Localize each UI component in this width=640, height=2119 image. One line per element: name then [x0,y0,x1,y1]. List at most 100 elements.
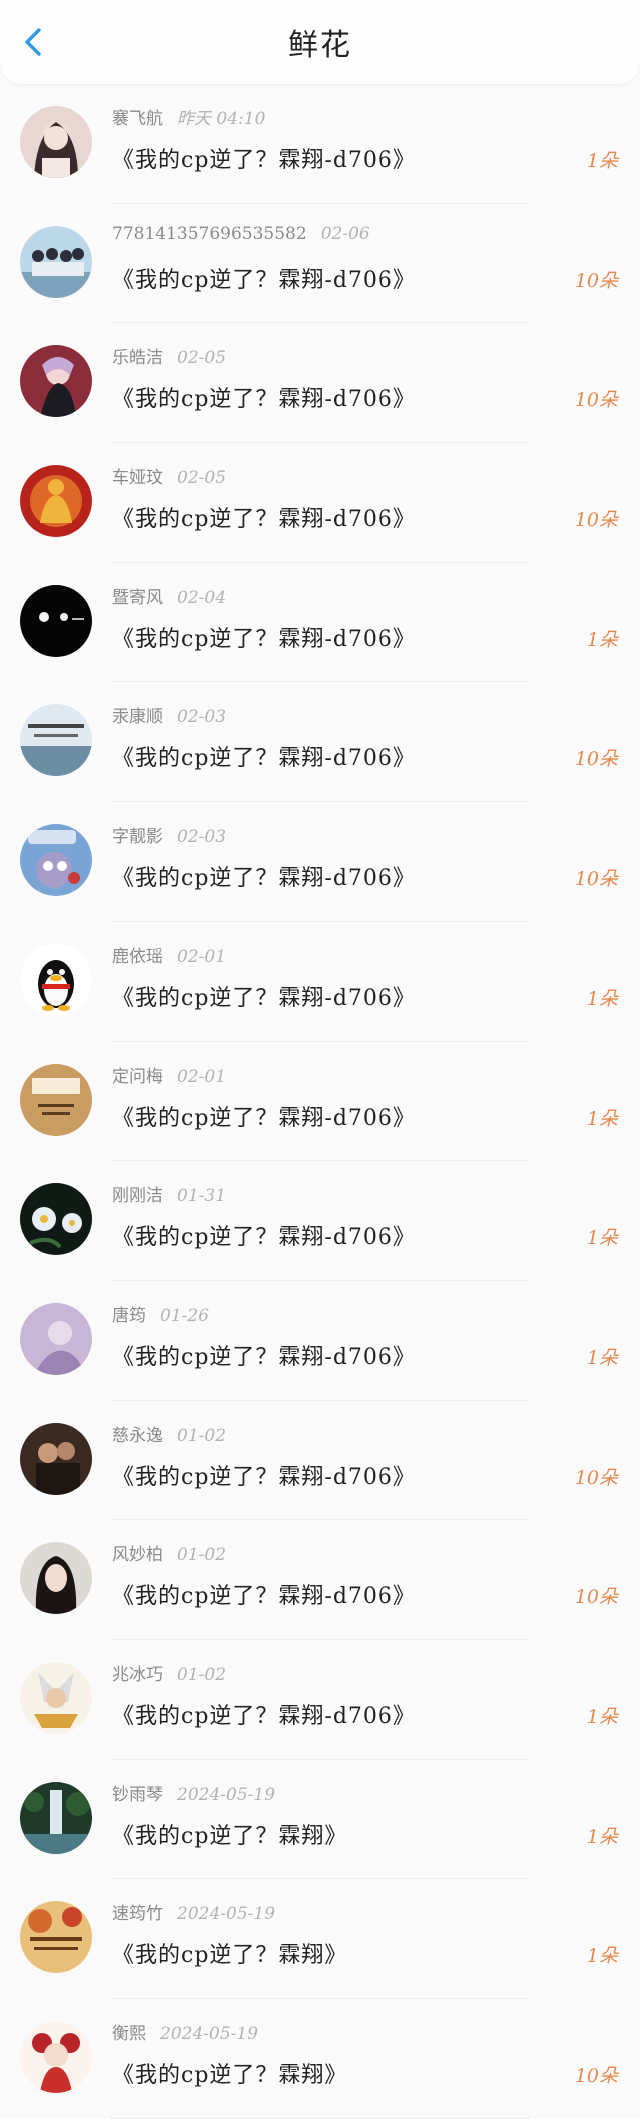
gift-book-title: 《我的cp逆了？霖翔-d706》 [112,507,416,533]
gift-time: 2024-05-19 [177,1904,276,1925]
sender-name[interactable]: 车娅玟 [112,468,163,488]
gift-time: 02-06 [320,223,370,244]
avatar[interactable] [20,1901,92,1974]
gift-book-title: 《我的cp逆了？霖翔-d706》 [112,866,416,892]
avatar-white-flowers-image [20,1183,92,1256]
list-item[interactable]: 定问梅 02-01 《我的cp逆了？霖翔-d706》 1朵 [0,1042,640,1162]
gift-time: 2024-05-19 [177,1784,276,1805]
avatar-golden-buddha-image [20,465,92,538]
gift-book-title: 《我的cp逆了？霖翔》 [112,1943,348,1969]
sender-meta: 刚刚洁 01-31 [112,1181,226,1206]
sender-name[interactable]: 衡熙 [112,2024,146,2044]
avatar[interactable] [20,225,92,298]
avatar-purple-scene-image [20,1302,92,1375]
avatar[interactable] [20,704,92,777]
list-item[interactable]: 汞康顺 02-03 《我的cp逆了？霖翔-d706》 10朵 [0,682,640,803]
sender-name[interactable]: 鹿依瑶 [112,947,163,967]
list-item[interactable]: 速筠竹 2024-05-19 《我的cp逆了？霖翔》 1朵 [0,1879,640,1999]
list-item[interactable]: 衡熙 2024-05-19 《我的cp逆了？霖翔》 10朵 [0,1999,640,2119]
gift-time: 02-05 [177,468,227,489]
sender-meta: 褰飞航 昨天 04:10 [112,104,265,129]
sender-name[interactable]: 风妙柏 [112,1545,163,1565]
sender-name[interactable]: 慈永逸 [112,1426,163,1446]
avatar[interactable] [20,1063,92,1136]
list-item[interactable]: 字靓影 02-03 《我的cp逆了？霖翔-d706》 10朵 [0,802,640,922]
gift-time: 01-26 [160,1305,210,1326]
sender-name[interactable]: 778141357696535582 [112,224,307,244]
list-item[interactable]: 褰飞航 昨天 04:10 《我的cp逆了？霖翔-d706》 1朵 [0,84,640,204]
avatar[interactable] [20,106,92,178]
sender-name[interactable]: 钞雨琴 [112,1785,163,1805]
list-item[interactable]: 车娅玟 02-05 《我的cp逆了？霖翔-d706》 10朵 [0,443,640,563]
flower-count: 10朵 [574,1466,618,1489]
sender-name[interactable]: 兆冰巧 [112,1665,163,1685]
sender-name[interactable]: 刚刚洁 [112,1186,163,1206]
gift-book-title: 《我的cp逆了？霖翔-d706》 [112,1344,416,1370]
sender-name[interactable]: 汞康顺 [112,707,163,727]
sender-name[interactable]: 暨寄风 [112,588,163,608]
gift-book-title: 《我的cp逆了？霖翔-d706》 [112,387,416,413]
avatar[interactable] [20,345,92,418]
avatar[interactable] [20,1542,92,1615]
sender-meta: 鹿依瑶 02-01 [112,942,226,967]
sender-name[interactable]: 褰飞航 [112,109,163,129]
flower-count: 10朵 [574,509,618,532]
flower-count: 1朵 [586,987,618,1010]
avatar[interactable] [20,824,92,897]
sender-meta: 风妙柏 01-02 [112,1540,226,1565]
sender-name[interactable]: 定问梅 [112,1067,163,1087]
list-item[interactable]: 778141357696535582 02-06 《我的cp逆了？霖翔-d706》 1… [0,204,640,324]
gift-book-title: 《我的cp逆了？霖翔-d706》 [112,1464,416,1490]
list-item[interactable]: 鹿依瑶 02-01 《我的cp逆了？霖翔-d706》 1朵 [0,922,640,1042]
avatar-girl-portrait-image [20,106,92,178]
gift-time: 02-03 [177,827,227,848]
avatar[interactable] [20,1302,92,1375]
gift-time: 2024-05-19 [160,2024,259,2044]
list-item[interactable]: 钞雨琴 2024-05-19 《我的cp逆了？霖翔》 1朵 [0,1760,640,1880]
avatar[interactable] [20,1781,92,1854]
gift-book-title: 《我的cp逆了？霖翔》 [112,2063,348,2088]
list-item[interactable]: 乐皓洁 02-05 《我的cp逆了？霖翔-d706》 10朵 [0,323,640,444]
list-item[interactable]: 慈永逸 01-02 《我的cp逆了？霖翔-d706》 10朵 [0,1401,640,1521]
gift-book-title: 《我的cp逆了？霖翔-d706》 [112,1584,416,1610]
gift-time: 02-01 [177,1066,227,1087]
gift-book-title: 《我的cp逆了？霖翔-d706》 [112,626,416,652]
avatar-black-cats-image [20,584,92,657]
list-item[interactable]: 刚刚洁 01-31 《我的cp逆了？霖翔-d706》 1朵 [0,1161,640,1281]
list-item[interactable]: 暨寄风 02-04 《我的cp逆了？霖翔-d706》 1朵 [0,563,640,683]
sender-name[interactable]: 速筠竹 [112,1904,163,1924]
sender-meta: 定问梅 02-01 [112,1062,226,1087]
sender-meta: 778141357696535582 02-06 [112,224,370,244]
avatar[interactable] [20,943,92,1016]
flower-count: 1朵 [586,150,618,172]
avatar-cartoon-character-image [20,824,92,897]
sender-name[interactable]: 乐皓洁 [112,348,163,368]
sender-meta: 车娅玟 02-05 [112,463,226,488]
gift-time: 02-01 [177,946,227,967]
avatar[interactable] [20,1183,92,1256]
flower-count: 10朵 [574,868,618,891]
flower-gift-page: 鲜花 褰飞航 昨天 04:10 《我的cp逆了？霖翔-d706》 1朵 77814135… [0,0,640,2119]
avatar[interactable] [20,465,92,538]
avatar-couple-photo-image [20,1422,92,1495]
list-item[interactable]: 唐筠 01-26 《我的cp逆了？霖翔-d706》 1朵 [0,1281,640,1401]
gift-book-title: 《我的cp逆了？霖翔-d706》 [112,1703,416,1729]
list-item[interactable]: 风妙柏 01-02 《我的cp逆了？霖翔-d706》 10朵 [0,1520,640,1640]
flower-count: 1朵 [586,1227,618,1250]
avatar[interactable] [20,1422,92,1495]
avatar[interactable] [20,584,92,657]
list-item[interactable]: 兆冰巧 01-02 《我的cp逆了？霖翔-d706》 1朵 [0,1640,640,1760]
gift-book-title: 《我的cp逆了？霖翔-d706》 [112,267,416,293]
avatar-red-doll-image [20,2021,92,2093]
gift-list[interactable]: 褰飞航 昨天 04:10 《我的cp逆了？霖翔-d706》 1朵 77814135769… [0,84,640,2119]
sender-name[interactable]: 唐筠 [112,1306,146,1326]
page-title: 鲜花 [288,28,352,63]
flower-count: 1朵 [586,1945,618,1968]
sender-name[interactable]: 字靓影 [112,827,163,847]
flower-count: 10朵 [574,389,618,412]
flower-count: 1朵 [586,628,618,651]
flower-count: 10朵 [574,1586,618,1609]
avatar[interactable] [20,2021,92,2093]
avatar[interactable] [20,1661,92,1734]
gift-time: 01-02 [177,1545,227,1566]
